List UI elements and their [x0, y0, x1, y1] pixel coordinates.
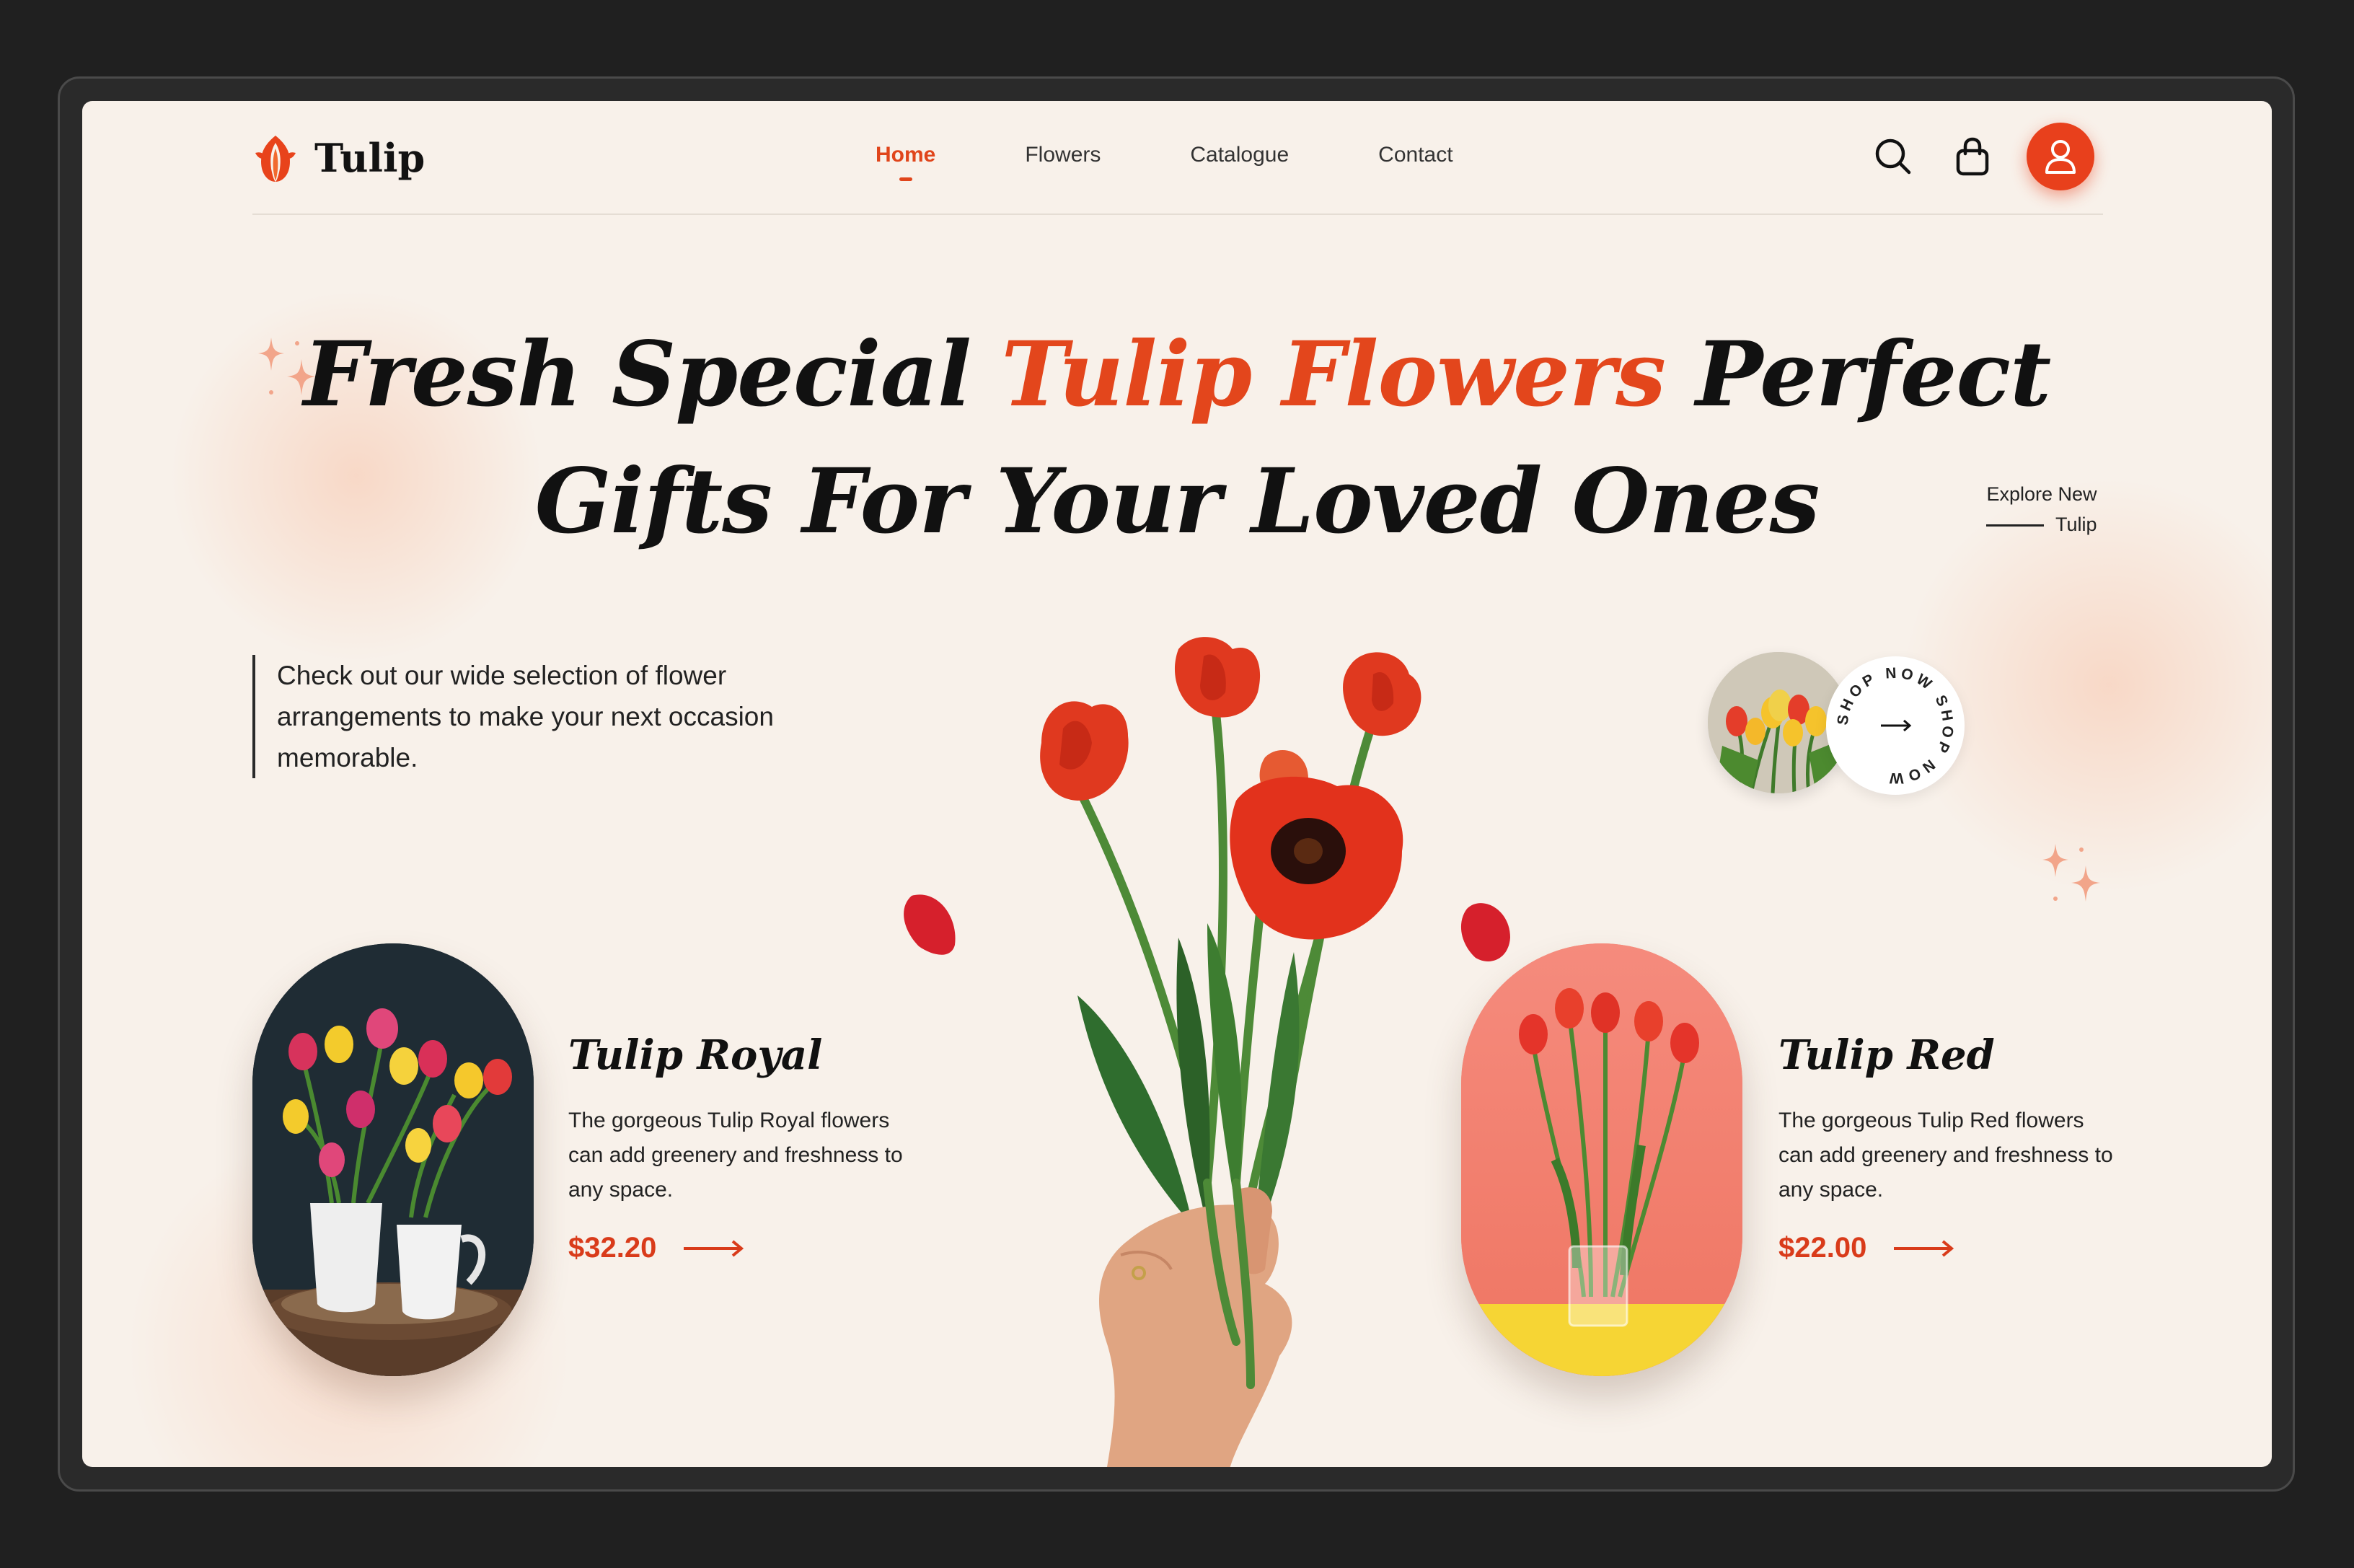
- brand-name: Tulip: [314, 135, 426, 181]
- tulip-flower: [1174, 637, 1261, 718]
- tulip-flower: [1230, 776, 1403, 940]
- explore-line1: Explore New: [1986, 483, 2097, 505]
- product-card-tulip-red: Tulip Red The gorgeous Tulip Red flowers…: [1778, 1031, 2125, 1264]
- explore-line2: Tulip: [2055, 514, 2097, 535]
- search-icon: [1875, 138, 1911, 175]
- nav-item-flowers[interactable]: Flowers: [1025, 143, 1101, 167]
- explore-line-decor: [1986, 524, 2044, 527]
- nav-item-home[interactable]: Home: [876, 143, 935, 181]
- tulip-flower: [1040, 701, 1129, 801]
- product-name: Tulip Red: [1778, 1031, 1995, 1079]
- arrow-right-icon: [684, 1239, 744, 1257]
- product-price: $22.00: [1778, 1232, 1867, 1264]
- main-nav: Home Flowers Catalogue Contact: [876, 143, 1543, 181]
- shop-now-button[interactable]: SHOP NOW SHOP NOW: [1826, 656, 1965, 795]
- arrow-right-icon: [1894, 1239, 1954, 1257]
- product-description: The gorgeous Tulip Red flowers can add g…: [1778, 1109, 2113, 1202]
- sparkle-icon: [2042, 844, 2100, 902]
- hero-title-part: Fresh Special: [303, 322, 1002, 427]
- shop-now-badge: SHOP NOW SHOP NOW: [1835, 665, 1953, 787]
- explore-new-link[interactable]: Explore New Tulip: [1986, 479, 2097, 539]
- tulip-red-photo: [1461, 943, 1742, 1376]
- search-button[interactable]: [1868, 131, 1918, 182]
- tulip-red-image[interactable]: [1461, 943, 1742, 1376]
- hero-title-line2: Gifts For Your Loved Ones: [534, 449, 1820, 554]
- product-price: $32.20: [568, 1232, 657, 1264]
- hero-title-part: Perfect: [1665, 322, 2051, 427]
- header-divider: [252, 213, 2103, 215]
- header-actions: [1868, 123, 2094, 190]
- hero-intro-text: Check out our wide selection of flower a…: [252, 655, 825, 778]
- nav-item-contact[interactable]: Contact: [1378, 143, 1452, 167]
- nav-item-catalogue[interactable]: Catalogue: [1190, 143, 1289, 167]
- landing-page: Tulip Home Flowers Catalogue Contact Fre…: [82, 101, 2272, 1467]
- user-icon: [2045, 140, 2076, 174]
- product-card-tulip-royal: Tulip Royal The gorgeous Tulip Royal flo…: [568, 1031, 914, 1264]
- product-name: Tulip Royal: [568, 1031, 823, 1079]
- shopping-bag-icon: [1956, 137, 1989, 176]
- tulip-flower: [1343, 652, 1421, 736]
- tulip-logo-icon: [255, 136, 296, 182]
- account-button[interactable]: [2027, 123, 2094, 190]
- brand-logo[interactable]: Tulip: [252, 131, 425, 185]
- product-buy-link[interactable]: $32.20: [568, 1232, 914, 1264]
- cart-button[interactable]: [1947, 131, 1998, 182]
- product-description: The gorgeous Tulip Royal flowers can add…: [568, 1109, 903, 1202]
- hero-title: Fresh Special Tulip Flowers Perfect Gift…: [82, 312, 2272, 565]
- tulip-royal-photo: [252, 943, 534, 1376]
- tulip-royal-image[interactable]: [252, 943, 534, 1376]
- product-buy-link[interactable]: $22.00: [1778, 1232, 2125, 1264]
- arrow-right-icon: [1881, 719, 1912, 732]
- hero-title-accent: Tulip Flowers: [1001, 322, 1666, 427]
